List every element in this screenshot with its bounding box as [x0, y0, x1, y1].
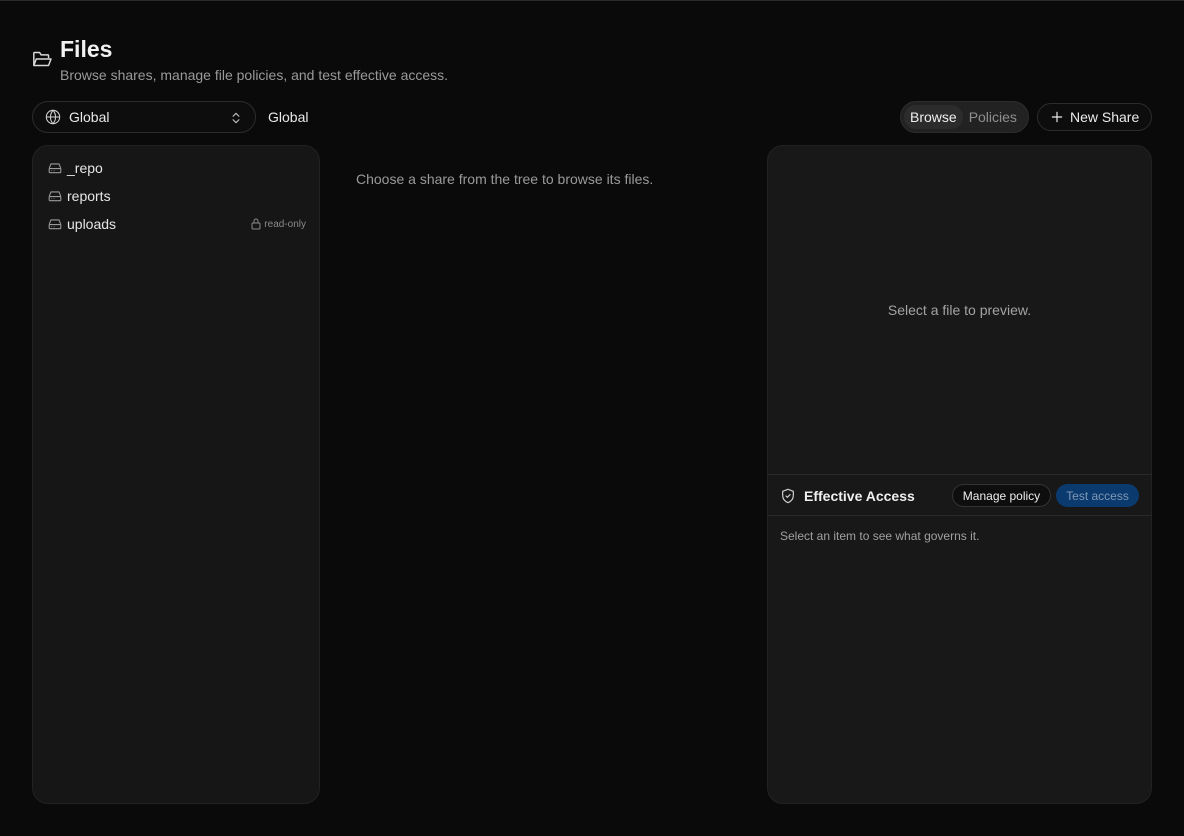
- top-border: [0, 0, 1184, 1]
- effective-access-heading: Effective Access: [804, 488, 915, 504]
- tree-item-label: reports: [67, 188, 111, 204]
- tree-item-uploads[interactable]: uploads read-only: [48, 214, 306, 234]
- preview-empty-message: Select a file to preview.: [887, 302, 1032, 318]
- page-subtitle: Browse shares, manage file policies, and…: [60, 67, 449, 83]
- chevrons-up-down-icon: [232, 112, 240, 124]
- effective-access-header: Effective Access Manage policy Test acce…: [768, 474, 1151, 516]
- read-only-badge: read-only: [251, 218, 306, 230]
- browser-empty-message: Choose a share from the tree to browse i…: [356, 171, 654, 187]
- effective-access-hint: Select an item to see what governs it.: [780, 529, 980, 543]
- scope-select-value: Global: [69, 109, 110, 125]
- folder-open-icon: [33, 51, 52, 67]
- details-panel: Select a file to preview. Effective Acce…: [767, 145, 1152, 804]
- read-only-label: read-only: [264, 218, 306, 230]
- view-toggle: Browse Policies: [900, 101, 1029, 133]
- plus-icon: [1051, 111, 1063, 123]
- tab-browse[interactable]: Browse: [904, 105, 963, 129]
- scope-label: Global: [268, 109, 309, 125]
- new-share-button[interactable]: New Share: [1037, 103, 1152, 131]
- share-tree-panel: _repo reports uploads read-only: [32, 145, 320, 804]
- tree-item-reports[interactable]: reports: [48, 186, 306, 206]
- new-share-label: New Share: [1070, 109, 1140, 125]
- hard-drive-icon: [48, 191, 62, 202]
- tree-item-repo[interactable]: _repo: [48, 158, 306, 178]
- globe-icon: [45, 109, 61, 125]
- test-access-button[interactable]: Test access: [1056, 484, 1139, 507]
- scope-select[interactable]: Global: [32, 101, 256, 133]
- hard-drive-icon: [48, 219, 62, 230]
- page-header: Files Browse shares, manage file policie…: [32, 36, 732, 86]
- manage-policy-button[interactable]: Manage policy: [952, 484, 1051, 507]
- lock-icon: [251, 218, 261, 230]
- tree-item-label: _repo: [67, 160, 103, 176]
- tab-policies[interactable]: Policies: [963, 105, 1023, 129]
- shield-check-icon: [782, 488, 794, 504]
- tree-item-label: uploads: [67, 216, 117, 232]
- hard-drive-icon: [48, 163, 62, 174]
- page-title: Files: [60, 36, 113, 62]
